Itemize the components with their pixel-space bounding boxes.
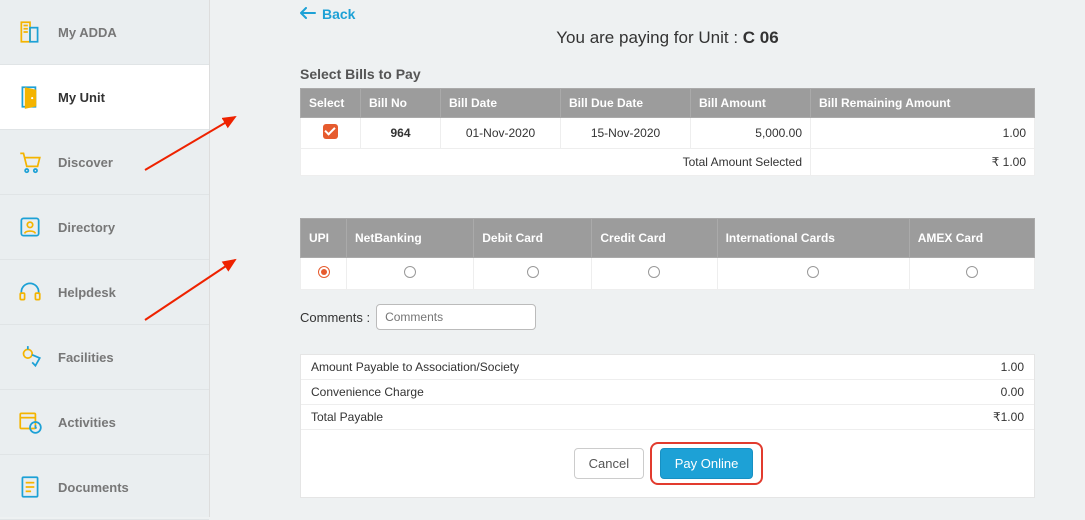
comments-row: Comments :: [300, 304, 1035, 330]
sidebar-item-activities[interactable]: Activities: [0, 390, 209, 455]
col-remaining: Bill Remaining Amount: [811, 89, 1035, 118]
bill-remaining: 1.00: [811, 118, 1035, 149]
radio-credit[interactable]: [648, 266, 660, 278]
col-billdate: Bill Date: [441, 89, 561, 118]
bill-select-checkbox[interactable]: [323, 124, 338, 139]
sidebar-item-label: Activities: [58, 415, 116, 430]
calendar-clock-icon: [16, 408, 44, 436]
radio-international[interactable]: [807, 266, 819, 278]
summary-value: 0.00: [1001, 385, 1024, 399]
bill-date: 01-Nov-2020: [441, 118, 561, 149]
building-icon: [16, 18, 44, 46]
sidebar-item-label: Facilities: [58, 350, 114, 365]
back-arrow-icon: [300, 6, 316, 22]
col-duedate: Bill Due Date: [561, 89, 691, 118]
method-credit: Credit Card: [592, 219, 717, 258]
summary-box: Amount Payable to Association/Society 1.…: [300, 354, 1035, 498]
summary-value: 1.00: [1001, 360, 1024, 374]
method-debit: Debit Card: [474, 219, 592, 258]
summary-value: ₹1.00: [993, 410, 1024, 424]
method-netbanking: NetBanking: [347, 219, 474, 258]
door-icon: [16, 83, 44, 111]
sidebar-item-facilities[interactable]: Facilities: [0, 325, 209, 390]
sidebar-item-helpdesk[interactable]: Helpdesk: [0, 260, 209, 325]
col-amount: Bill Amount: [691, 89, 811, 118]
sidebar-item-my-adda[interactable]: My ADDA: [0, 0, 209, 65]
sidebar: My ADDA My Unit Discover Directory Helpd…: [0, 0, 210, 517]
sidebar-item-label: My ADDA: [58, 25, 117, 40]
radio-netbanking[interactable]: [404, 266, 416, 278]
bill-due: 15-Nov-2020: [561, 118, 691, 149]
total-selected-value: ₹ 1.00: [811, 149, 1035, 176]
headset-icon: [16, 278, 44, 306]
document-icon: [16, 473, 44, 501]
tap-icon: [16, 343, 44, 371]
total-selected-label: Total Amount Selected: [301, 149, 811, 176]
sidebar-item-discover[interactable]: Discover: [0, 130, 209, 195]
sidebar-item-label: Directory: [58, 220, 115, 235]
page-title-prefix: You are paying for Unit :: [556, 28, 743, 47]
sidebar-item-label: Documents: [58, 480, 129, 495]
col-select: Select: [301, 89, 361, 118]
back-link[interactable]: Back: [300, 6, 355, 22]
actions-row: Cancel Pay Online: [301, 430, 1034, 497]
method-international: International Cards: [717, 219, 909, 258]
main-content: Back You are paying for Unit : C 06 Sele…: [210, 0, 1085, 517]
comments-label: Comments :: [300, 310, 370, 325]
cancel-button[interactable]: Cancel: [574, 448, 644, 479]
total-selected-row: Total Amount Selected ₹ 1.00: [301, 149, 1035, 176]
method-upi: UPI: [301, 219, 347, 258]
pay-highlight-annotation: Pay Online: [650, 442, 764, 485]
summary-label: Amount Payable to Association/Society: [311, 360, 519, 374]
unit-name: C 06: [743, 28, 779, 47]
col-billno: Bill No: [361, 89, 441, 118]
sidebar-item-my-unit[interactable]: My Unit: [0, 65, 209, 130]
sidebar-item-label: My Unit: [58, 90, 105, 105]
comments-input[interactable]: [376, 304, 536, 330]
bill-no: 964: [361, 118, 441, 149]
bill-row: 964 01-Nov-2020 15-Nov-2020 5,000.00 1.0…: [301, 118, 1035, 149]
summary-label: Total Payable: [311, 410, 383, 424]
bill-amount: 5,000.00: [691, 118, 811, 149]
contact-icon: [16, 213, 44, 241]
method-amex: AMEX Card: [909, 219, 1034, 258]
payment-methods-table: UPI NetBanking Debit Card Credit Card In…: [300, 218, 1035, 290]
page-title: You are paying for Unit : C 06: [300, 28, 1035, 48]
sidebar-item-label: Helpdesk: [58, 285, 116, 300]
sidebar-item-label: Discover: [58, 155, 113, 170]
sidebar-item-directory[interactable]: Directory: [0, 195, 209, 260]
summary-row-total: Total Payable ₹1.00: [301, 405, 1034, 430]
summary-row-amount: Amount Payable to Association/Society 1.…: [301, 355, 1034, 380]
pay-online-button[interactable]: Pay Online: [660, 448, 754, 479]
back-label: Back: [322, 6, 355, 22]
radio-upi[interactable]: [318, 266, 330, 278]
bills-table: Select Bill No Bill Date Bill Due Date B…: [300, 88, 1035, 176]
cart-icon: [16, 148, 44, 176]
summary-label: Convenience Charge: [311, 385, 424, 399]
sidebar-item-documents[interactable]: Documents: [0, 455, 209, 520]
bills-section-label: Select Bills to Pay: [300, 66, 1035, 82]
radio-debit[interactable]: [527, 266, 539, 278]
radio-amex[interactable]: [966, 266, 978, 278]
summary-row-conv: Convenience Charge 0.00: [301, 380, 1034, 405]
